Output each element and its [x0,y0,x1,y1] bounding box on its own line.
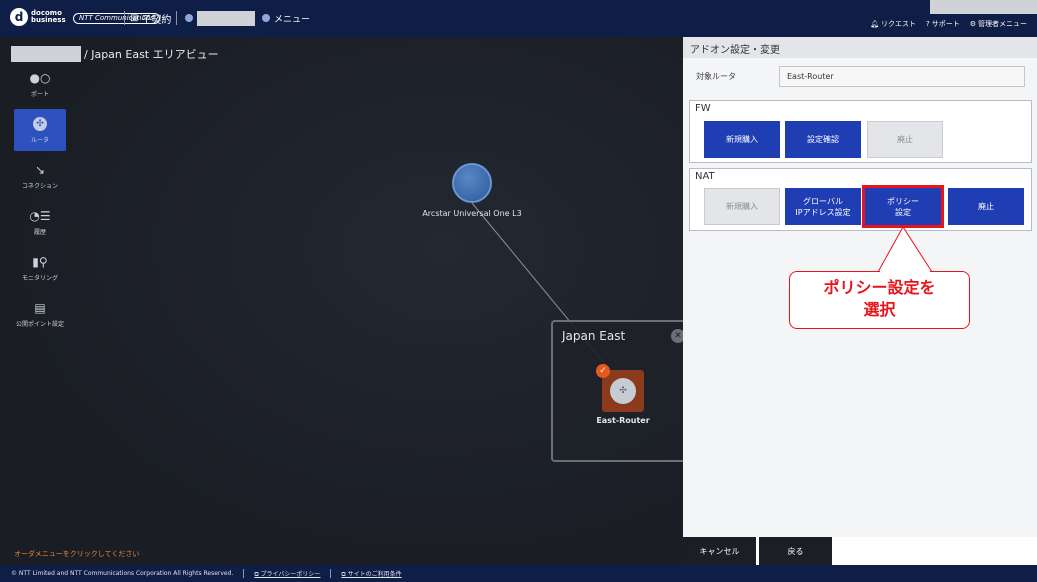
nat-group: NAT 新規購入 グローバル IPアドレス設定 ポリシー 設定 廃止 [689,168,1032,231]
user-dot-icon [185,14,193,22]
footer-divider [243,569,245,578]
page-footer: © NTT Limited and NTT Communications Cor… [0,565,1037,582]
callout-text: ポリシー設定を 選択 [823,278,936,319]
admin-menu-link[interactable]: ⚙ 管理者メニュー [970,19,1027,29]
fw-settings-check-button[interactable]: 設定確認 [785,121,861,158]
panel-footer: キャンセル 戻る [683,537,1037,565]
router-node[interactable]: ✣ [602,370,644,412]
redacted-contract-name [197,11,255,26]
header-divider [176,11,177,25]
nat-policy-settings-button[interactable]: ポリシー 設定 [862,185,944,228]
target-router-field[interactable] [779,66,1025,87]
docomo-business-logo[interactable]: d docomo business [10,8,66,26]
redacted-user-area [930,0,1037,14]
nat-global-ip-button[interactable]: グローバル IPアドレス設定 [785,188,861,225]
fw-abolish-button[interactable]: 廃止 [867,121,943,158]
fw-group: FW 新規購入 設定確認 廃止 [689,100,1032,163]
docomo-d-icon: d [10,8,28,26]
topology-canvas[interactable]: / Japan East エリアビュー ●○ ポート ✣ ルータ ↘ コネクショ… [0,37,683,565]
privacy-policy-link[interactable]: ⧉ プライバシーポリシー [254,569,320,579]
gear-icon: ⚙ [969,20,976,28]
request-link[interactable]: 🔔︎ リクエスト [870,19,916,29]
menu-dot-icon [262,14,270,22]
fw-new-purchase-button[interactable]: 新規購入 [704,121,780,158]
nat-new-purchase-button[interactable]: 新規購入 [704,188,780,225]
connection-line [471,202,615,376]
bell-icon: 🔔︎ [870,20,879,28]
target-router-label: 対象ルータ [696,72,736,81]
router-icon: ✣ [610,378,636,404]
header-divider [124,11,125,25]
back-button[interactable]: 戻る [759,537,832,565]
cloud-network-label: Arcstar Universal One L3 [422,209,522,218]
fw-title: FW [695,103,711,114]
footer-divider [330,569,332,578]
terms-link[interactable]: ⧉ サイトのご利用条件 [341,569,401,579]
tree-icon: ⊞ [130,13,139,24]
area-box-japan-east: Japan East ✕ ✣ ✓ East-Router [551,320,683,462]
cloud-network-icon[interactable] [452,163,492,203]
area-title: Japan East [562,329,626,343]
header-right-links: 🔔︎ リクエスト ? サポート ⚙ 管理者メニュー [870,19,1027,29]
close-icon[interactable]: ✕ [671,329,683,343]
header-menu-link[interactable]: メニュー [274,12,310,25]
instruction-callout: ポリシー設定を 選択 [789,271,970,329]
copyright: © NTT Limited and NTT Communications Cor… [11,570,234,577]
check-icon: ✓ [596,364,610,378]
router-label: East-Router [596,416,650,425]
help-icon: ? [926,20,930,28]
panel-title: アドオン設定・変更 [683,37,1037,58]
support-link[interactable]: ? サポート [926,19,960,29]
top-header: d docomo business NTT Communications ⊞ 子… [0,0,1037,37]
order-hint: オーダメニューをクリックしてください [14,550,140,558]
nat-title: NAT [695,171,715,182]
contract-link[interactable]: ⊞ 子契約 [130,11,171,26]
cancel-button[interactable]: キャンセル [683,537,756,565]
nat-abolish-button[interactable]: 廃止 [948,188,1024,225]
